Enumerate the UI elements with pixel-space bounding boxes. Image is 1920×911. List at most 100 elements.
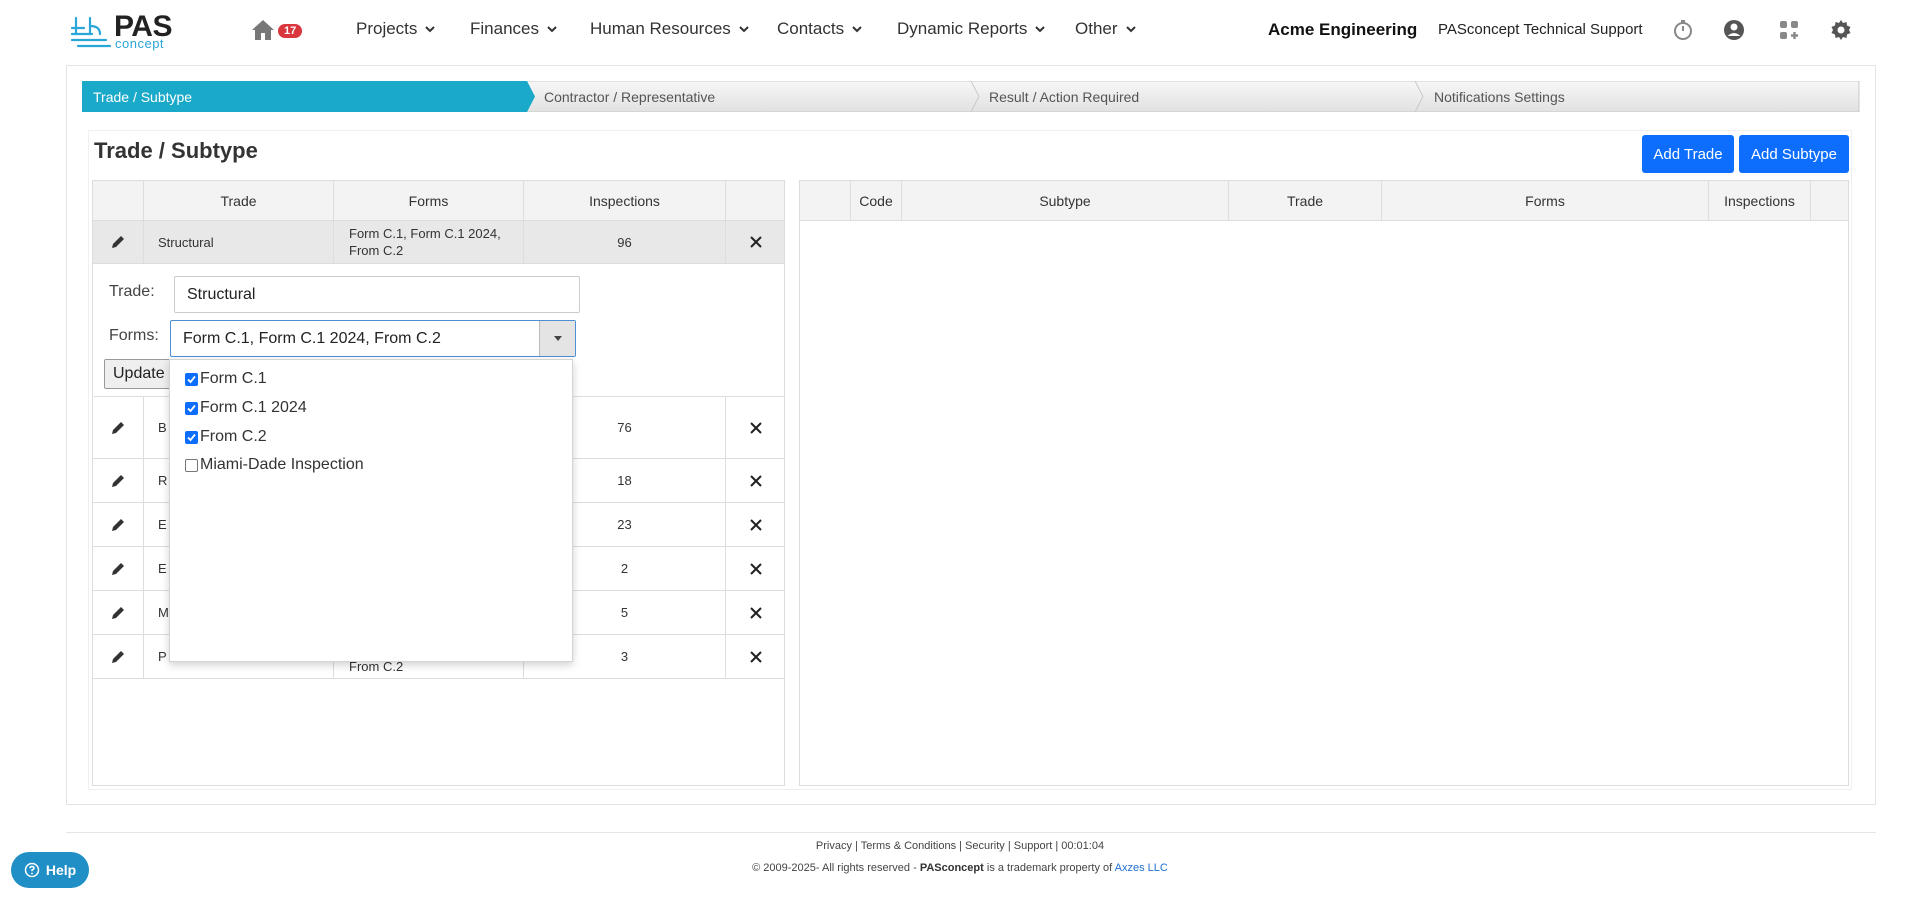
close-icon[interactable] xyxy=(748,234,764,250)
nav-contacts[interactable]: Contacts xyxy=(777,19,864,39)
pencil-icon[interactable] xyxy=(110,473,126,489)
help-button[interactable]: Help xyxy=(11,852,89,888)
step-notifications-settings[interactable]: Notifications Settings xyxy=(1434,81,1565,112)
header-trade[interactable]: Trade xyxy=(144,181,334,221)
checkbox-checked-icon[interactable] xyxy=(185,430,198,444)
step-contractor-representative[interactable]: Contractor / Representative xyxy=(544,81,715,112)
header-inspections[interactable]: Inspections xyxy=(1709,181,1811,221)
nav-dynamic-reports[interactable]: Dynamic Reports xyxy=(897,19,1047,39)
checkbox-checked-icon[interactable] xyxy=(185,372,198,386)
logo-mark-icon xyxy=(70,16,112,48)
close-icon[interactable] xyxy=(748,473,764,489)
trade-cell: Structural xyxy=(144,221,334,263)
home-button[interactable]: 17 xyxy=(250,16,310,44)
delete-cell xyxy=(726,459,786,502)
forms-option-label: Miami-Dade Inspection xyxy=(200,456,364,473)
forms-option[interactable]: Form C.1 2024 xyxy=(185,399,307,417)
pencil-icon[interactable] xyxy=(110,234,126,250)
header-forms[interactable]: Forms xyxy=(334,181,524,221)
forms-option[interactable]: Form C.1 xyxy=(185,370,267,388)
settings-icon[interactable] xyxy=(1829,18,1853,42)
header-delete-col xyxy=(726,181,786,221)
pencil-icon[interactable] xyxy=(110,605,126,621)
edit-cell xyxy=(93,547,144,590)
company-name: Acme Engineering xyxy=(1268,20,1418,39)
header-inspections[interactable]: Inspections xyxy=(524,181,726,221)
delete-cell xyxy=(726,635,786,678)
delete-cell xyxy=(726,547,786,590)
step-label: Trade / Subtype xyxy=(93,88,193,105)
chevron-down-icon xyxy=(739,26,749,33)
nav-human-resources[interactable]: Human Resources xyxy=(590,19,751,39)
nav-label: Human Resources xyxy=(590,19,731,38)
delete-cell xyxy=(726,591,786,634)
header-subtype[interactable]: Subtype xyxy=(902,181,1229,221)
forms-dropdown-toggle[interactable] xyxy=(539,321,575,356)
copyright-text: © 2009-2025- All rights reserved - xyxy=(752,862,917,874)
home-icon xyxy=(252,20,274,40)
brand-name: PASconcept xyxy=(919,862,984,874)
nav-projects[interactable]: Projects xyxy=(356,19,437,39)
trade-label: Trade: xyxy=(109,283,155,300)
forms-label: Forms: xyxy=(109,327,159,344)
trades-grid-header: Trade Forms Inspections xyxy=(93,181,784,221)
nav-label: Contacts xyxy=(777,19,845,38)
question-circle-icon xyxy=(24,862,40,878)
forms-option[interactable]: Miami-Dade Inspection xyxy=(185,456,364,474)
timer-icon[interactable] xyxy=(1671,18,1695,42)
add-trade-button[interactable]: Add Trade xyxy=(1642,135,1734,173)
trade-input[interactable] xyxy=(174,276,580,313)
forms-cell: Form C.1, Form C.1 2024, From C.2 xyxy=(334,221,524,263)
delete-cell xyxy=(726,503,786,546)
nav-finances[interactable]: Finances xyxy=(470,19,559,39)
header-trade[interactable]: Trade xyxy=(1229,181,1382,221)
top-navigation-bar: PAS concept 17 Projects Finances Human R… xyxy=(0,0,1920,62)
company-link[interactable]: Axzes LLC xyxy=(1115,862,1168,874)
support-user-name[interactable]: PASconcept Technical Support xyxy=(1438,21,1643,38)
close-icon[interactable] xyxy=(748,605,764,621)
header-edit-col xyxy=(800,181,851,221)
subtypes-grid: Code Subtype Trade Forms Inspections xyxy=(799,180,1849,786)
forms-multiselect[interactable]: Form C.1, Form C.1 2024, From C.2 xyxy=(170,320,576,357)
close-icon[interactable] xyxy=(748,420,764,436)
apps-icon[interactable] xyxy=(1777,18,1801,42)
pasconcept-logo[interactable]: PAS concept xyxy=(70,10,180,51)
nav-label: Projects xyxy=(356,19,418,38)
footer-divider xyxy=(66,832,1876,833)
header-forms[interactable]: Forms xyxy=(1382,181,1709,221)
close-icon[interactable] xyxy=(748,517,764,533)
edit-cell xyxy=(93,591,144,634)
step-trade-subtype[interactable]: Trade / Subtype xyxy=(93,81,192,112)
checkbox-checked-icon[interactable] xyxy=(185,401,198,415)
trademark-text: is a trademark property of xyxy=(986,862,1113,874)
forms-option-label: Form C.1 2024 xyxy=(200,399,307,416)
header-code[interactable]: Code xyxy=(851,181,902,221)
close-icon[interactable] xyxy=(748,649,764,665)
pencil-icon[interactable] xyxy=(110,649,126,665)
checkbox-unchecked-icon[interactable] xyxy=(185,458,198,472)
pencil-icon[interactable] xyxy=(110,561,126,577)
table-row[interactable]: Structural Form C.1, Form C.1 2024, From… xyxy=(93,221,784,264)
add-subtype-button[interactable]: Add Subtype xyxy=(1739,135,1849,173)
footer-links[interactable]: Privacy | Terms & Conditions | Security … xyxy=(0,840,1920,852)
forms-option[interactable]: From C.2 xyxy=(185,428,267,446)
step-label: Result / Action Required xyxy=(989,88,1140,105)
step-label: Contractor / Representative xyxy=(544,88,716,105)
page-title: Trade / Subtype xyxy=(94,138,258,163)
chevron-down-icon xyxy=(852,26,862,33)
update-button[interactable]: Update xyxy=(104,359,174,389)
nav-label: Dynamic Reports xyxy=(897,19,1028,38)
user-icon[interactable] xyxy=(1722,18,1746,42)
forms-option-label: From C.2 xyxy=(200,428,267,445)
nav-other[interactable]: Other xyxy=(1075,19,1138,39)
forms-selected-text: Form C.1, Form C.1 2024, From C.2 xyxy=(183,329,441,347)
pencil-icon[interactable] xyxy=(110,420,126,436)
close-icon[interactable] xyxy=(748,561,764,577)
logo-subtext: concept xyxy=(115,36,165,51)
edit-cell xyxy=(93,221,144,263)
step-result-action-required[interactable]: Result / Action Required xyxy=(989,81,1139,112)
header-delete-col xyxy=(1811,181,1850,221)
footer-copyright: © 2009-2025- All rights reserved - PASco… xyxy=(0,862,1920,874)
caret-down-icon xyxy=(553,335,562,341)
pencil-icon[interactable] xyxy=(110,517,126,533)
